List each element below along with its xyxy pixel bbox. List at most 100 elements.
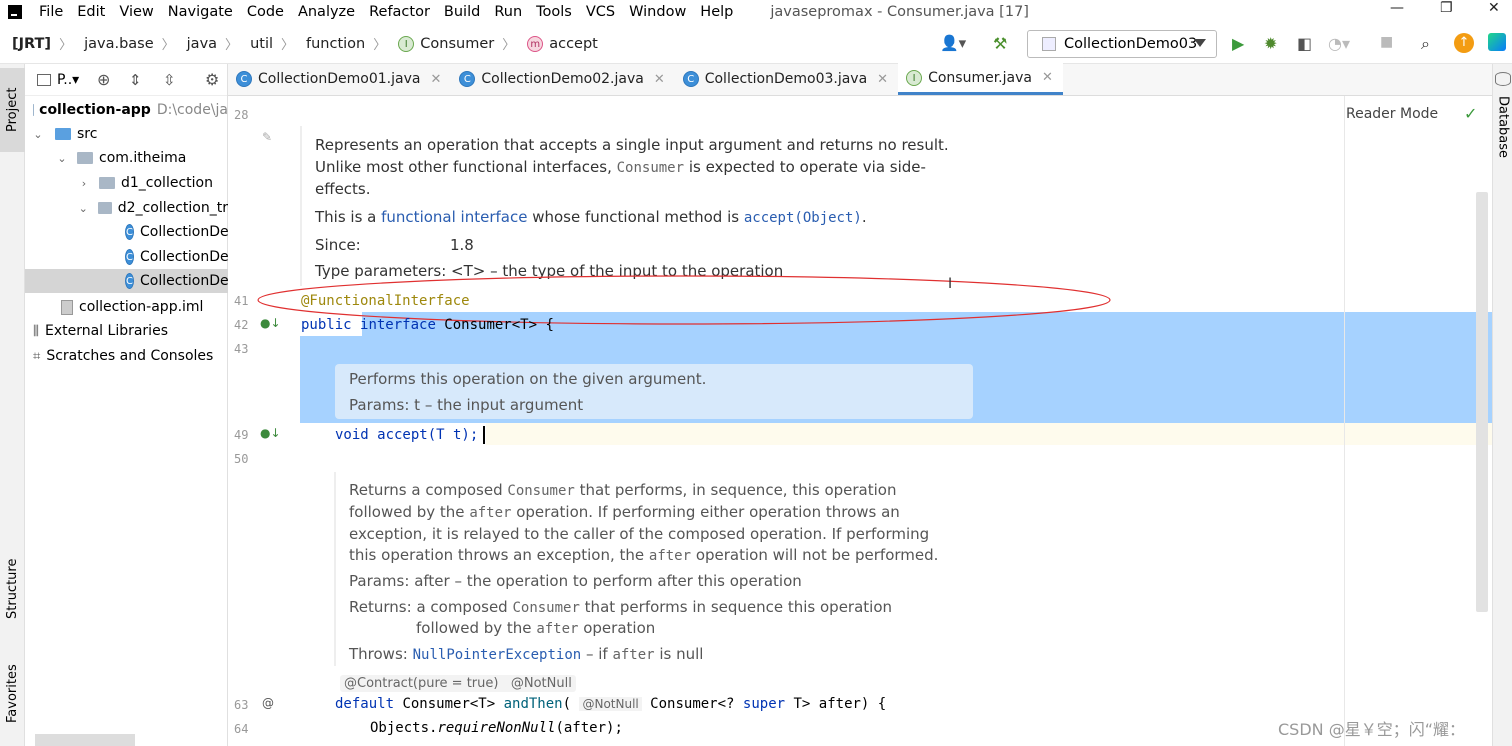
profile-icon[interactable]: ◔▾ (1328, 34, 1350, 53)
maximize-icon[interactable]: ❐ (1440, 0, 1453, 16)
tab-collectiondemo02[interactable]: C CollectionDemo02.java ✕ (451, 63, 674, 95)
tree-item-collectiondemo02[interactable]: C CollectionDe (25, 245, 228, 269)
run-icon[interactable]: ▶ (1232, 34, 1244, 53)
doc-line: operation. If performing either operatio… (511, 503, 900, 521)
nullpointerexception-link[interactable]: NullPointerException (413, 647, 582, 663)
breadcrumb-label: [JRT] (12, 35, 52, 52)
breadcrumb-accept[interactable]: m accept (515, 35, 598, 52)
menu-refactor[interactable]: Refactor (362, 4, 437, 20)
menu-vcs[interactable]: VCS (579, 4, 622, 20)
implemented-icon[interactable]: ●↓ (260, 426, 281, 440)
close-tab-icon[interactable]: ✕ (877, 72, 888, 87)
structure-tool-tab[interactable]: Structure (0, 544, 25, 634)
breadcrumb-util[interactable]: util 〉 (238, 34, 294, 54)
close-icon[interactable]: ✕ (1488, 0, 1500, 16)
tab-label: Project (5, 87, 20, 133)
panel-icon (37, 73, 51, 86)
tree-item-label: CollectionDe (139, 249, 228, 265)
close-tab-icon[interactable]: ✕ (1042, 70, 1053, 85)
user-icon[interactable]: 👤▾ (940, 34, 966, 52)
tree-item-src[interactable]: ⌄ src (25, 122, 228, 146)
breadcrumb-java-base[interactable]: java.base 〉 (72, 34, 175, 54)
window-title: javasepromax - Consumer.java [17] (770, 4, 1029, 20)
annotation-at-icon[interactable]: @ (262, 696, 274, 710)
debug-icon[interactable]: ✹ (1264, 34, 1277, 53)
accept-object-link[interactable]: accept(Object) (744, 210, 862, 226)
tree-item-d2-collection[interactable]: ⌄ d2_collection_tr (25, 196, 228, 220)
interface-icon: I (398, 35, 415, 52)
menu-help[interactable]: Help (693, 4, 740, 20)
build-hammer-icon[interactable]: ⚒ (993, 34, 1007, 53)
tree-item-collectiondemo03[interactable]: C CollectionDe (25, 269, 228, 293)
tree-item-external-libraries[interactable]: ⫼ External Libraries (25, 319, 228, 343)
edit-doc-icon[interactable]: ✎ (262, 130, 272, 144)
breadcrumb-java[interactable]: java 〉 (175, 34, 238, 54)
tab-collectiondemo03[interactable]: C CollectionDemo03.java ✕ (675, 63, 898, 95)
stop-icon[interactable]: ■ (1380, 34, 1393, 50)
menu-tools[interactable]: Tools (529, 4, 579, 20)
toolbox-icon[interactable] (1488, 33, 1506, 51)
annotation-inlay-hints: @Contract(pure = true) @NotNull (340, 675, 576, 692)
tree-item-collectiondemo01[interactable]: C CollectionDe (25, 220, 228, 244)
doc-text: followed by the after operation (416, 619, 655, 637)
collapse-all-icon[interactable]: ⇳ (163, 71, 176, 89)
chevron-down-icon: ⌄ (78, 201, 88, 215)
code-token: Consumer<T> (394, 696, 504, 712)
line-number: 42 (234, 318, 249, 332)
menu-navigate[interactable]: Navigate (161, 4, 240, 20)
menu-file[interactable]: File (32, 4, 70, 20)
tree-item-d1-collection[interactable]: › d1_collection (25, 171, 228, 195)
menu-analyze[interactable]: Analyze (291, 4, 362, 20)
tree-item-iml[interactable]: collection-app.iml (25, 295, 228, 319)
returns-label: Returns: (349, 598, 412, 616)
project-tool-tab[interactable]: Project (0, 68, 25, 152)
run-config-label: CollectionDemo03 (1064, 36, 1198, 52)
favorites-tool-tab[interactable]: Favorites (0, 649, 25, 739)
menu-run[interactable]: Run (487, 4, 529, 20)
minimize-icon[interactable]: — (1390, 0, 1404, 16)
tab-consumer[interactable]: I Consumer.java ✕ (898, 63, 1063, 95)
database-icon (1495, 72, 1511, 86)
reader-mode-toggle[interactable]: Reader Mode (1346, 106, 1438, 122)
run-configuration-dropdown[interactable]: CollectionDemo03 (1027, 30, 1217, 58)
doc-line: Unlike most other functional interfaces, (315, 158, 617, 176)
database-tool-tab[interactable]: Database (1493, 92, 1512, 162)
doc-line: followed by the (349, 503, 470, 521)
menu-view[interactable]: View (112, 4, 160, 20)
update-icon[interactable]: ↑ (1454, 33, 1474, 53)
breadcrumb-consumer[interactable]: I Consumer 〉 (386, 34, 515, 53)
doc-text: followed by the after operation. If perf… (349, 503, 900, 521)
breadcrumb-label: function (306, 35, 366, 52)
vertical-scrollbar[interactable] (1476, 192, 1488, 612)
menu-window[interactable]: Window (622, 4, 693, 20)
since-value: 1.8 (450, 236, 474, 254)
doc-code: after (469, 505, 512, 521)
menu-build[interactable]: Build (437, 4, 487, 20)
doc-line: This is a (315, 208, 382, 226)
tree-item-label: External Libraries (44, 323, 168, 339)
tree-item-scratches[interactable]: ⌗ Scratches and Consoles (25, 344, 228, 368)
close-tab-icon[interactable]: ✕ (654, 72, 665, 87)
gear-icon[interactable]: ⚙ (205, 70, 219, 89)
horizontal-scrollbar[interactable] (35, 734, 135, 746)
coverage-icon[interactable]: ◧ (1297, 34, 1312, 53)
params-label: Params: (349, 572, 410, 590)
breadcrumb-function[interactable]: function 〉 (294, 34, 386, 54)
text-cursor-icon: I (948, 276, 953, 292)
tree-item-com-itheima[interactable]: ⌄ com.itheima (25, 146, 228, 170)
expand-all-icon[interactable]: ⇕ (129, 71, 142, 89)
menu-edit[interactable]: Edit (70, 4, 112, 20)
code-editor[interactable]: 28 ✎ 41 42 ●↓ 43 49 ●↓ 50 63 @ 64 Reader… (228, 96, 1492, 746)
locate-icon[interactable]: ⊕ (97, 70, 110, 89)
close-tab-icon[interactable]: ✕ (430, 72, 441, 87)
code-token: T> after) { (785, 696, 887, 712)
tab-collectiondemo01[interactable]: C CollectionDemo01.java ✕ (228, 63, 451, 95)
project-view-selector[interactable]: P..▾ (57, 72, 79, 88)
tree-item-collection-app[interactable]: collection-app D:\code\ja (25, 98, 228, 122)
left-tool-strip: Project Structure Favorites (0, 64, 25, 746)
search-icon[interactable]: ⌕ (1421, 34, 1430, 54)
project-panel: P..▾ ⊕ ⇕ ⇳ ⚙ collection-app D:\code\ja ⌄… (25, 64, 228, 746)
menu-code[interactable]: Code (240, 4, 291, 20)
functional-interface-link[interactable]: functional interface (381, 208, 527, 226)
breadcrumb-jrt[interactable]: [JRT] 〉 (0, 34, 72, 54)
